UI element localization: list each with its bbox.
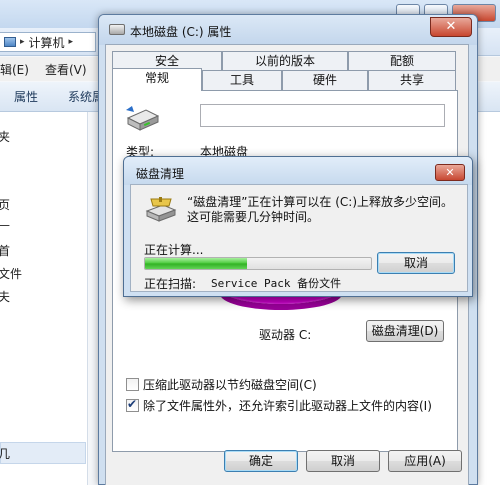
compress-checkbox[interactable] [126, 378, 139, 391]
cleanup-titlebar: 磁盘清理 ✕ [124, 157, 472, 185]
calculating-text: 正在计算... [144, 243, 204, 257]
cleanup-message: “磁盘清理”正在计算可以在 (C:)上释放多少空间。这可能需要几分钟时间。 [187, 195, 454, 224]
nav-item[interactable]: 文件 [0, 265, 22, 282]
hard-drive-icon [126, 106, 160, 131]
disk-cleanup-icon [145, 197, 177, 222]
disk-cleanup-dialog: 磁盘清理 ✕ “磁盘清理”正在计算可以在 (C:)上释放多少空间。这可能需要几分… [123, 156, 473, 297]
close-icon[interactable]: ✕ [430, 17, 472, 37]
properties-title: 本地磁盘 (C:) 属性 [130, 25, 232, 39]
index-checkbox[interactable] [126, 397, 139, 412]
cleanup-progress-bar [144, 257, 372, 270]
nav-item[interactable]: 夫 [0, 288, 10, 305]
cancel-button[interactable]: 取消 [306, 450, 380, 472]
tab-hardware[interactable]: 硬件 [282, 70, 368, 90]
tab-previous-versions[interactable]: 以前的版本 [222, 51, 348, 71]
menu-view[interactable]: 查看(V) [45, 61, 87, 78]
scanning-value: Service Pack 备份文件 [211, 277, 342, 290]
chevron-right-icon[interactable]: ▸ [69, 37, 74, 47]
nav-item[interactable]: 页 [0, 196, 10, 213]
navigation-pane: 夹 页 — 首 文件 夫 几 [0, 112, 88, 485]
disk-cleanup-button[interactable]: 磁盘清理(D) [366, 320, 444, 342]
tab-tools[interactable]: 工具 [202, 70, 282, 90]
scanning-label: 正在扫描: [144, 277, 197, 291]
address-box[interactable]: ▸ 计算机 ▸ [0, 32, 96, 52]
volume-name-input[interactable] [200, 104, 445, 127]
properties-titlebar: 本地磁盘 (C:) 属性 ✕ [99, 15, 477, 45]
address-label: 计算机 [28, 35, 65, 50]
address-separator: ▸ [20, 37, 25, 47]
cleanup-cancel-button[interactable]: 取消 [377, 252, 455, 274]
nav-item[interactable]: 首 [0, 242, 10, 259]
toolbar-properties-button[interactable]: 属性 [14, 88, 38, 105]
cleanup-title: 磁盘清理 [136, 167, 185, 181]
nav-item[interactable]: 夹 [0, 128, 10, 145]
nav-selection-highlight [0, 442, 86, 464]
compress-label[interactable]: 压缩此驱动器以节约磁盘空间(C) [143, 376, 317, 393]
tab-general[interactable]: 常规 [112, 68, 202, 91]
tab-quota[interactable]: 配额 [348, 51, 456, 71]
apply-button[interactable]: 应用(A) [388, 450, 462, 472]
tab-sharing[interactable]: 共享 [368, 70, 456, 90]
drive-label: 驱动器 C: [259, 328, 312, 342]
menu-edit[interactable]: 辑(E) [0, 61, 29, 78]
ok-button[interactable]: 确定 [224, 450, 298, 472]
cleanup-progress-fill [145, 258, 247, 269]
nav-item[interactable]: 几 [0, 445, 10, 462]
drive-icon [109, 24, 125, 35]
computer-icon [4, 37, 16, 47]
nav-item[interactable]: — [0, 218, 10, 232]
cleanup-body: “磁盘清理”正在计算可以在 (C:)上释放多少空间。这可能需要几分钟时间。 正在… [130, 184, 468, 292]
index-label[interactable]: 除了文件属性外，还允许索引此驱动器上文件的内容(I) [143, 397, 432, 414]
close-icon[interactable]: ✕ [435, 164, 465, 181]
